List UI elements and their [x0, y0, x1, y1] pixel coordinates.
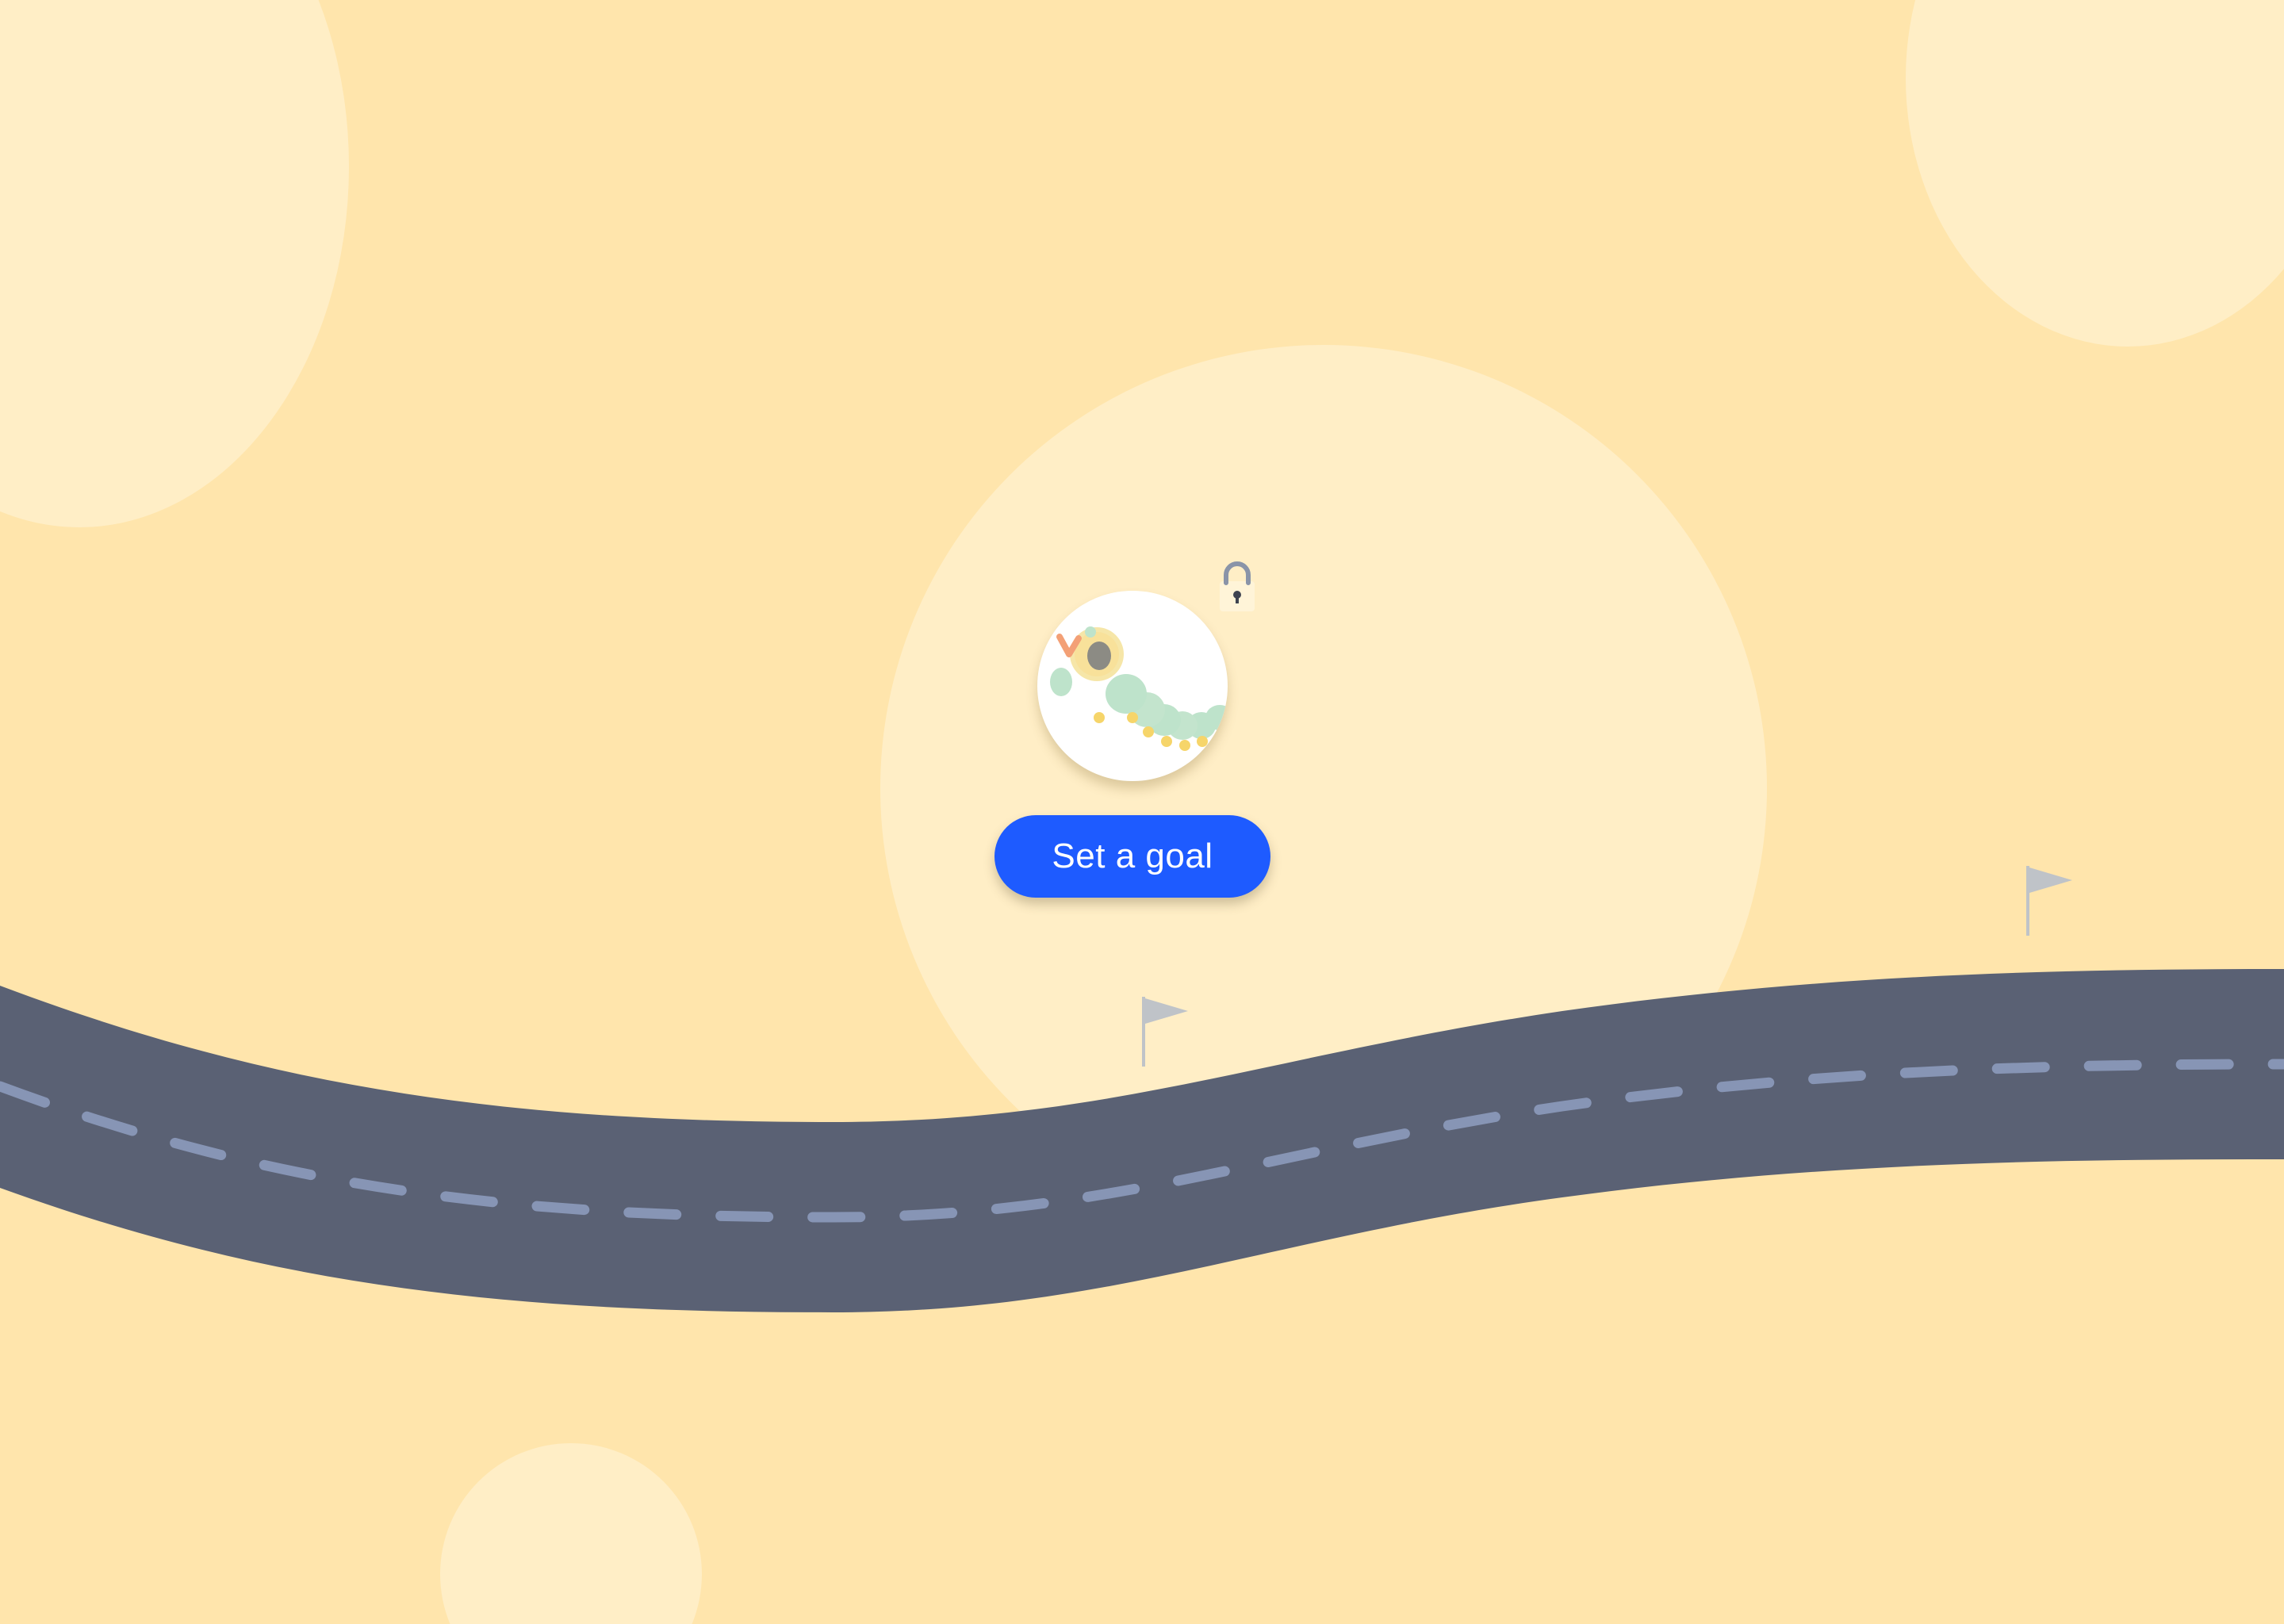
- milestone-flag-icon: [1138, 995, 1194, 1074]
- road: [0, 969, 2284, 1312]
- caterpillar-icon: [1050, 626, 1228, 751]
- padlock-icon: [1213, 559, 1261, 615]
- set-goal-button[interactable]: Set a goal: [994, 815, 1270, 898]
- avatar[interactable]: [1037, 591, 1228, 781]
- milestone-flag-icon: [2022, 864, 2078, 944]
- goal-screen: Set a goal: [0, 0, 2284, 1624]
